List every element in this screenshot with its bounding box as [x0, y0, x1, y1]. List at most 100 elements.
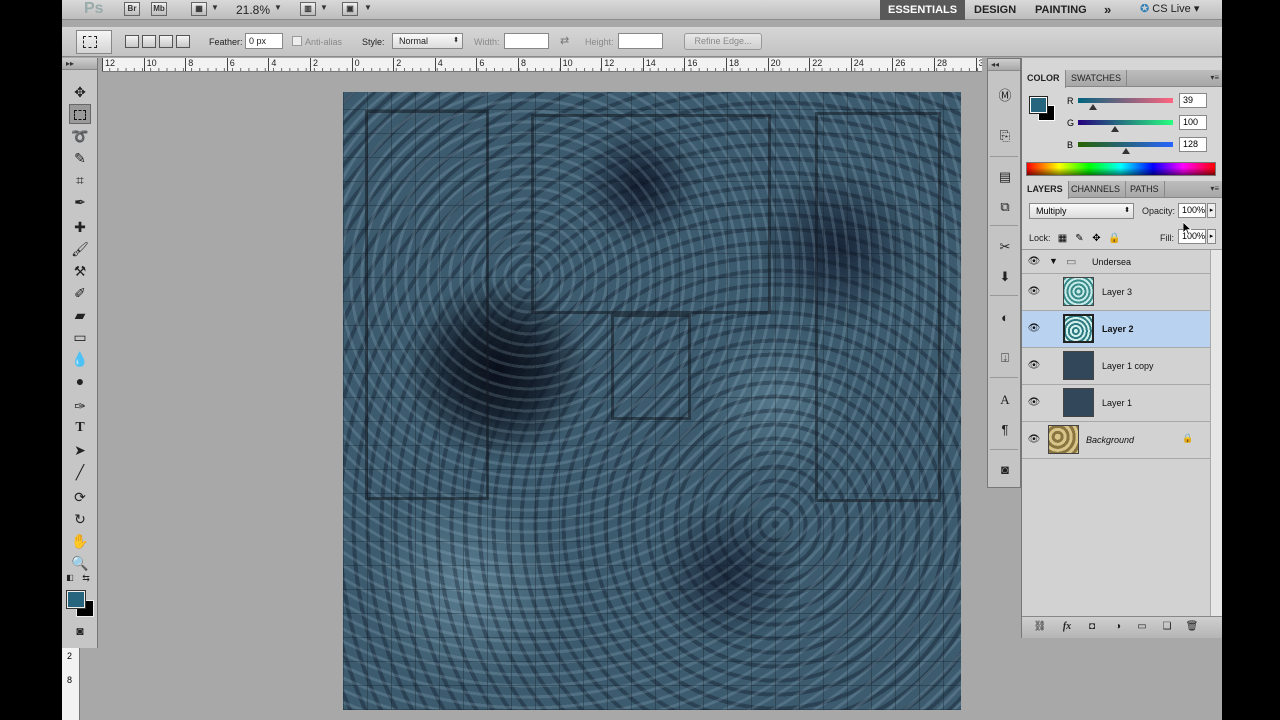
- document-canvas[interactable]: [343, 92, 961, 710]
- quick-selection-tool-icon[interactable]: ✎: [69, 148, 91, 168]
- lasso-tool-icon[interactable]: ➰: [69, 126, 91, 146]
- adjustment-layer-icon[interactable]: ◑: [1111, 620, 1125, 634]
- delete-layer-icon[interactable]: 🗑: [1185, 620, 1199, 634]
- path-selection-tool-icon[interactable]: ➤: [69, 440, 91, 460]
- panel-strip-grip[interactable]: ◂◂: [988, 59, 1020, 71]
- foreground-color-swatch[interactable]: [66, 590, 86, 609]
- layer-row-background[interactable]: 👁 Background 🔒: [1022, 422, 1210, 459]
- crop-tool-icon[interactable]: ⌗: [69, 170, 91, 190]
- tool-preset-picker[interactable]: [76, 30, 112, 54]
- launch-bridge-button[interactable]: Br: [124, 2, 140, 16]
- gradient-tool-icon[interactable]: ▭: [69, 327, 91, 347]
- mini-bridge-icon[interactable]: Ⓜ: [996, 87, 1014, 105]
- panel-menu-icon[interactable]: ▾≡: [1210, 73, 1219, 82]
- arrange-dropdown-icon[interactable]: ▼: [320, 3, 328, 12]
- workspace-painting[interactable]: PAINTING: [1027, 0, 1095, 20]
- workspace-design[interactable]: DESIGN: [966, 0, 1024, 20]
- opacity-field[interactable]: 100%: [1178, 203, 1206, 218]
- layer-row-selected[interactable]: 👁 Layer 2: [1022, 311, 1210, 348]
- visibility-eye-icon[interactable]: 👁: [1026, 323, 1042, 334]
- tab-color[interactable]: COLOR: [1022, 70, 1066, 88]
- clone-stamp-tool-icon[interactable]: ⚒: [69, 261, 91, 281]
- visibility-eye-icon[interactable]: 👁: [1026, 360, 1042, 371]
- view-extras-button[interactable]: ▦: [191, 2, 207, 16]
- screen-mode-dropdown-icon[interactable]: ▼: [364, 3, 372, 12]
- eraser-tool-icon[interactable]: ▰: [69, 305, 91, 325]
- more-workspaces-button[interactable]: »: [1096, 0, 1119, 20]
- workspace-essentials[interactable]: ESSENTIALS: [880, 0, 966, 20]
- layer-group-row[interactable]: 👁 ▼ ▭ Undersea: [1022, 250, 1210, 274]
- layer-style-icon[interactable]: fx: [1060, 620, 1074, 634]
- add-to-selection-icon[interactable]: [142, 35, 156, 48]
- brush-tool-icon[interactable]: 🖌: [69, 239, 91, 259]
- feather-field[interactable]: 0 px: [245, 33, 283, 49]
- adjustments-icon[interactable]: ◐: [996, 309, 1014, 327]
- character-icon[interactable]: A: [996, 391, 1014, 409]
- blend-mode-select[interactable]: Multiply ⬍: [1029, 203, 1134, 219]
- tab-paths[interactable]: PATHS: [1125, 181, 1165, 198]
- dodge-tool-icon[interactable]: ●: [69, 371, 91, 391]
- panel-menu-icon[interactable]: ▾≡: [1210, 184, 1219, 193]
- style-select[interactable]: Normal ⬍: [392, 33, 463, 49]
- 3d-orbit-tool-icon[interactable]: ↻: [69, 509, 91, 529]
- add-mask-icon[interactable]: ◘: [1085, 620, 1099, 634]
- visibility-eye-icon[interactable]: 👁: [1026, 286, 1042, 297]
- cs-live-menu[interactable]: ✪ CS Live ▾: [1140, 0, 1199, 20]
- r-slider[interactable]: [1078, 98, 1173, 103]
- color-foreground-swatch[interactable]: [1029, 96, 1048, 114]
- clone-source-icon[interactable]: ⧉: [996, 198, 1014, 216]
- paragraph-icon[interactable]: ¶: [996, 421, 1014, 439]
- anti-alias-checkbox[interactable]: [292, 36, 302, 46]
- tab-layers[interactable]: LAYERS: [1022, 181, 1069, 199]
- g-slider[interactable]: [1078, 120, 1173, 125]
- lock-transparent-icon[interactable]: ▦: [1057, 233, 1068, 244]
- refine-edge-button[interactable]: Refine Edge...: [684, 33, 762, 50]
- line-tool-icon[interactable]: ╱: [69, 462, 91, 482]
- collapse-triangle-icon[interactable]: ▼: [1049, 256, 1058, 266]
- subtract-from-selection-icon[interactable]: [159, 35, 173, 48]
- notes-icon[interactable]: ▤: [996, 168, 1014, 186]
- 3d-rotate-tool-icon[interactable]: ⟳: [69, 487, 91, 507]
- default-colors-icon[interactable]: ◧: [64, 572, 76, 584]
- visibility-eye-icon[interactable]: 👁: [1026, 256, 1042, 267]
- history-icon[interactable]: ⎘: [996, 127, 1014, 145]
- new-layer-icon[interactable]: ❏: [1160, 620, 1174, 634]
- pen-tool-icon[interactable]: ✑: [69, 396, 91, 416]
- width-field[interactable]: [504, 33, 549, 49]
- arrange-documents-button[interactable]: ▥: [300, 2, 316, 16]
- quick-mask-icon[interactable]: ◙: [69, 621, 91, 641]
- rectangular-marquee-tool-icon[interactable]: [69, 104, 91, 124]
- hand-tool-icon[interactable]: ✋: [69, 531, 91, 551]
- b-slider-thumb[interactable]: [1121, 148, 1130, 154]
- layer-row[interactable]: 👁 Layer 1 copy: [1022, 348, 1210, 385]
- brush-presets-icon[interactable]: ✂: [996, 238, 1014, 256]
- move-tool-icon[interactable]: ✥: [69, 82, 91, 102]
- tab-swatches[interactable]: SWATCHES: [1066, 70, 1128, 87]
- swap-dimensions-icon[interactable]: ⇄: [560, 34, 569, 47]
- tools-panel-grip[interactable]: ▸▸: [62, 58, 97, 70]
- layers-scrollbar[interactable]: [1210, 250, 1222, 620]
- new-group-icon[interactable]: ▭: [1135, 620, 1149, 634]
- eyedropper-tool-icon[interactable]: ✒: [69, 192, 91, 212]
- visibility-eye-icon[interactable]: 👁: [1026, 397, 1042, 408]
- height-field[interactable]: [618, 33, 663, 49]
- type-tool-icon[interactable]: T: [69, 418, 91, 438]
- visibility-eye-icon[interactable]: 👁: [1026, 434, 1042, 445]
- lock-all-icon[interactable]: 🔒: [1108, 233, 1120, 244]
- history-brush-tool-icon[interactable]: ✐: [69, 283, 91, 303]
- r-value-field[interactable]: 39: [1179, 93, 1207, 108]
- zoom-level[interactable]: 21.8%: [236, 3, 270, 17]
- g-value-field[interactable]: 100: [1179, 115, 1207, 130]
- blur-tool-icon[interactable]: 💧: [69, 349, 91, 369]
- spot-healing-tool-icon[interactable]: ✚: [69, 217, 91, 237]
- tab-channels[interactable]: CHANNELS: [1066, 181, 1127, 198]
- g-slider-thumb[interactable]: [1111, 126, 1120, 132]
- launch-minibridge-button[interactable]: Mb: [151, 2, 167, 16]
- fill-dropdown-icon[interactable]: ▸: [1207, 229, 1216, 244]
- lock-image-icon[interactable]: ✎: [1074, 233, 1085, 244]
- layer-row[interactable]: 👁 Layer 3: [1022, 274, 1210, 311]
- 3d-panel-icon[interactable]: ◙: [996, 461, 1014, 479]
- b-value-field[interactable]: 128: [1179, 137, 1207, 152]
- layer-row[interactable]: 👁 Layer 1: [1022, 385, 1210, 422]
- lock-position-icon[interactable]: ✥: [1091, 233, 1102, 244]
